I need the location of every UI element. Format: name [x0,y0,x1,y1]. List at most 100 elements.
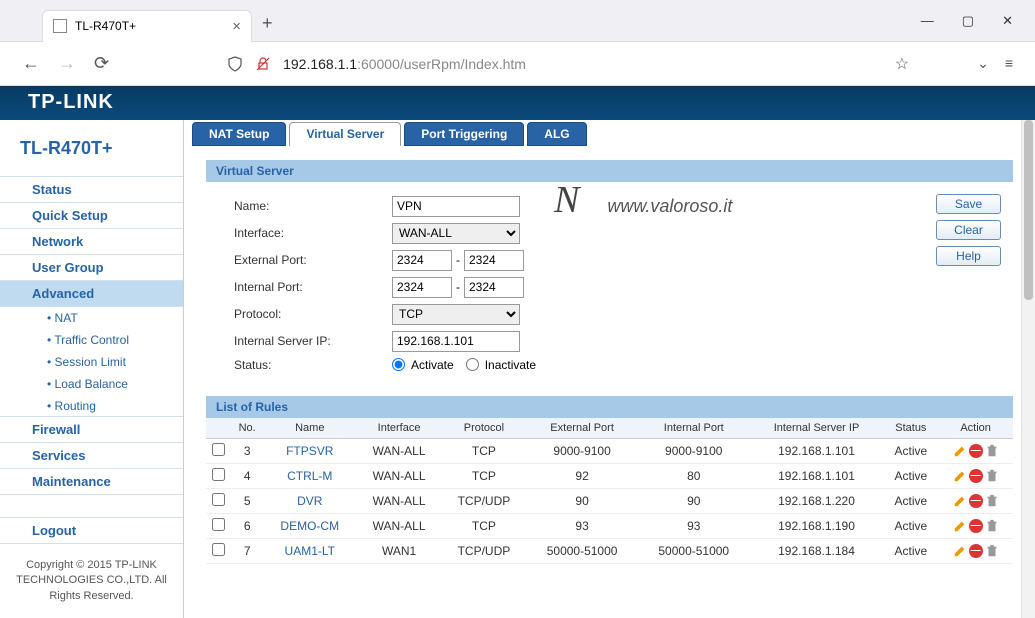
sidebar-item-usergroup[interactable]: User Group [0,254,183,281]
sidebar-sub-traffic[interactable]: Traffic Control [0,329,183,351]
back-button[interactable]: ← [22,53,40,74]
content-scrollbar[interactable] [1021,120,1035,618]
row-ext-port: 50000-51000 [526,538,638,563]
close-tab-icon[interactable]: × [232,18,241,35]
remove-icon[interactable]: — [969,444,983,458]
row-checkbox[interactable] [212,518,225,531]
row-ip: 192.168.1.184 [750,538,884,563]
edit-icon[interactable] [953,494,967,508]
edit-icon[interactable] [953,444,967,458]
row-name: FTPSVR [263,438,357,463]
forward-button[interactable]: → [58,53,76,74]
watermark: Nwww.valoroso.it [554,178,732,222]
close-window-button[interactable]: ✕ [1002,13,1013,29]
table-header: Interface [357,418,442,439]
sidebar-item-status[interactable]: Status [0,176,183,203]
browser-tab[interactable]: TL-R470T+ × [42,10,252,42]
row-ext-port: 92 [526,463,638,488]
interface-select[interactable]: WAN-ALL [392,223,520,244]
row-interface: WAN-ALL [357,513,442,538]
remove-icon[interactable]: — [969,494,983,508]
row-no: 3 [231,438,263,463]
clear-button[interactable]: Clear [936,220,1001,240]
tab-nat-setup[interactable]: NAT Setup [192,122,286,146]
brand-logo: TP-LINK [28,91,114,114]
trash-icon[interactable] [985,544,999,558]
table-header: Protocol [442,418,527,439]
trash-icon[interactable] [985,519,999,533]
sidebar-sub-loadbalance[interactable]: Load Balance [0,373,183,395]
row-ip: 192.168.1.101 [750,438,884,463]
status-inactivate-radio[interactable]: Inactivate [466,358,536,372]
trash-icon[interactable] [985,444,999,458]
table-row: 6DEMO-CMWAN-ALLTCP9393192.168.1.190Activ… [206,513,1013,538]
sidebar-item-maintenance[interactable]: Maintenance [0,468,183,495]
sidebar-item-logout[interactable]: Logout [0,517,183,544]
ext-port-separator: - [456,253,460,267]
row-status: Active [883,438,938,463]
reload-button[interactable]: ⟳ [94,53,109,74]
remove-icon[interactable]: — [969,544,983,558]
menu-icon[interactable]: ≡ [1005,55,1013,72]
tab-port-triggering[interactable]: Port Triggering [404,122,524,146]
edit-icon[interactable] [953,469,967,483]
row-checkbox[interactable] [212,493,225,506]
row-name: UAM1-LT [263,538,357,563]
name-input[interactable] [392,196,520,217]
row-protocol: TCP [442,438,527,463]
sidebar-item-quicksetup[interactable]: Quick Setup [0,202,183,229]
content-area: NAT Setup Virtual Server Port Triggering… [184,120,1035,618]
server-ip-input[interactable] [392,331,520,352]
int-port-from-input[interactable] [392,277,452,298]
browser-tab-bar: TL-R470T+ × + — ▢ ✕ [0,0,1035,42]
remove-icon[interactable]: — [969,519,983,533]
bookmark-icon[interactable]: ☆ [895,54,909,74]
rules-table: No.NameInterfaceProtocolExternal PortInt… [206,418,1013,564]
sidebar-item-services[interactable]: Services [0,442,183,469]
minimize-button[interactable]: — [921,13,934,29]
sidebar-item-firewall[interactable]: Firewall [0,416,183,443]
row-checkbox[interactable] [212,543,225,556]
status-activate-radio[interactable]: Activate [392,358,454,372]
row-ext-port: 9000-9100 [526,438,638,463]
trash-icon[interactable] [985,494,999,508]
row-int-port: 80 [638,463,750,488]
edit-icon[interactable] [953,519,967,533]
pocket-icon[interactable]: ⌄ [977,55,989,72]
sidebar-sub-session[interactable]: Session Limit [0,351,183,373]
maximize-button[interactable]: ▢ [962,13,974,29]
sidebar-item-advanced[interactable]: Advanced [0,280,183,307]
sidebar-sub-routing[interactable]: Routing [0,395,183,417]
tab-alg[interactable]: ALG [527,122,586,146]
interface-label: Interface: [234,226,392,240]
new-tab-button[interactable]: + [262,13,273,34]
trash-icon[interactable] [985,469,999,483]
top-tabs: NAT Setup Virtual Server Port Triggering… [184,122,1035,146]
save-button[interactable]: Save [936,194,1001,214]
protocol-select[interactable]: TCP [392,304,520,325]
sidebar-item-network[interactable]: Network [0,228,183,255]
address-bar[interactable]: 192.168.1.1:60000/userRpm/Index.htm ☆ [227,54,909,74]
row-protocol: TCP/UDP [442,488,527,513]
remove-icon[interactable]: — [969,469,983,483]
edit-icon[interactable] [953,544,967,558]
page-icon [53,19,67,33]
row-interface: WAN-ALL [357,438,442,463]
int-port-to-input[interactable] [464,277,524,298]
scroll-thumb[interactable] [1024,120,1033,300]
status-label: Status: [234,358,392,372]
table-row: 4CTRL-MWAN-ALLTCP9280192.168.1.101Active… [206,463,1013,488]
row-no: 4 [231,463,263,488]
row-interface: WAN1 [357,538,442,563]
row-checkbox[interactable] [212,443,225,456]
ext-port-from-input[interactable] [392,250,452,271]
server-ip-label: Internal Server IP: [234,334,392,348]
ext-port-to-input[interactable] [464,250,524,271]
row-protocol: TCP [442,513,527,538]
sidebar-sub-nat[interactable]: NAT [0,307,183,329]
row-no: 7 [231,538,263,563]
row-checkbox[interactable] [212,468,225,481]
help-button[interactable]: Help [936,246,1001,266]
tab-virtual-server[interactable]: Virtual Server [289,122,401,146]
table-header: Status [883,418,938,439]
